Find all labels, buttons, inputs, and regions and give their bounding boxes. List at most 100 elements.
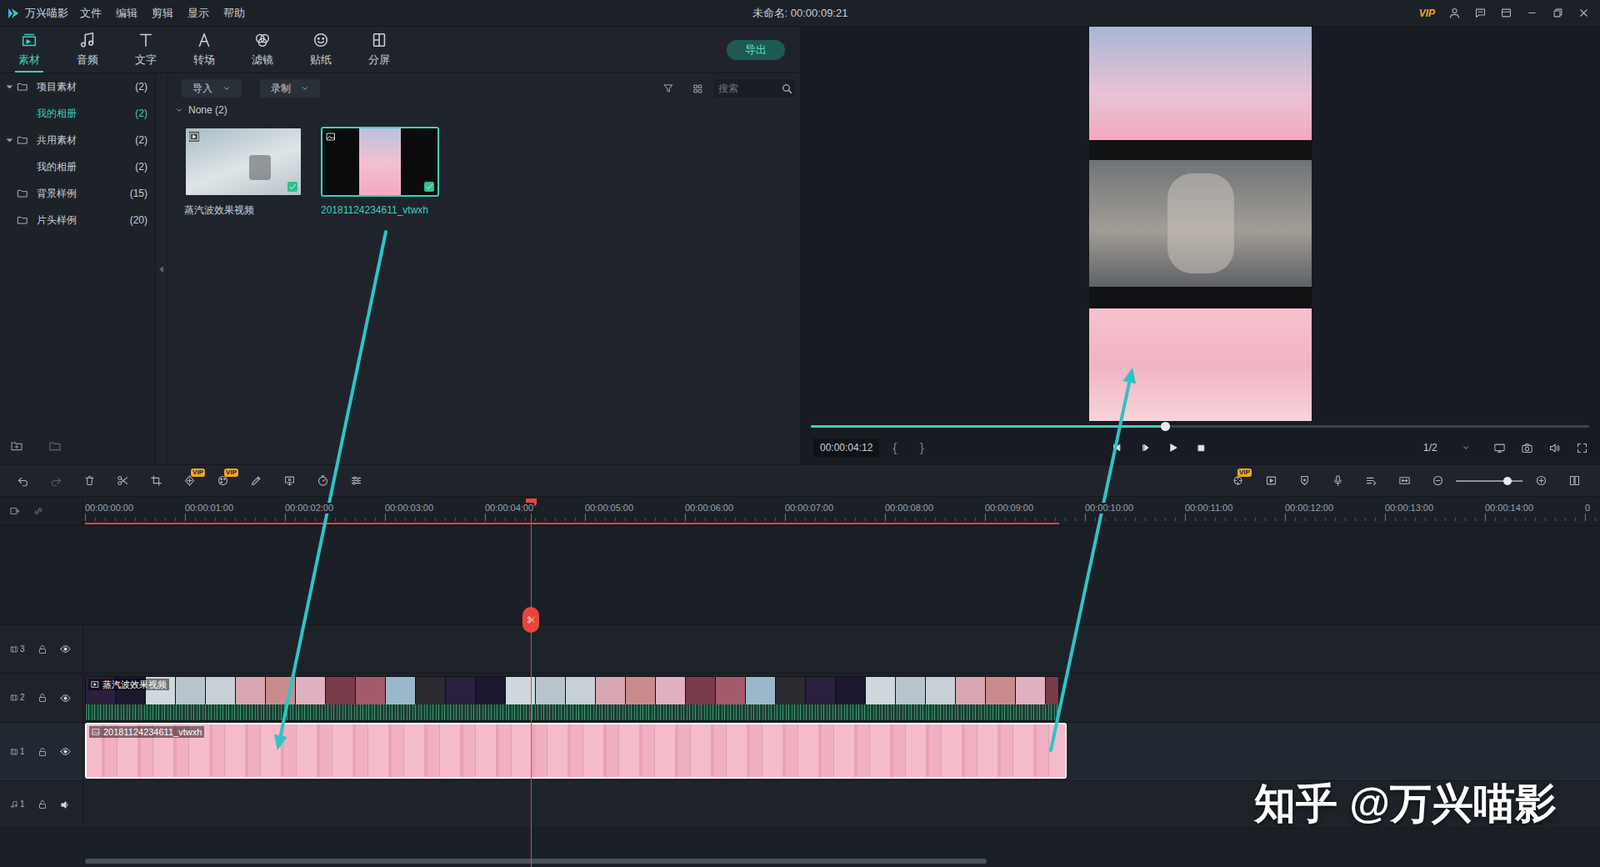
export-button[interactable]: 导出 xyxy=(726,40,785,60)
save-icon[interactable] xyxy=(1500,6,1513,20)
toolbar-button[interactable] xyxy=(72,465,106,496)
eye-icon[interactable] xyxy=(60,692,71,704)
toolbar-button[interactable] xyxy=(1320,465,1355,496)
toolbar-tab[interactable]: 贴纸 xyxy=(291,26,350,73)
playhead[interactable] xyxy=(530,496,532,867)
toolbar-button[interactable] xyxy=(139,465,173,496)
vip-button[interactable]: VIP xyxy=(1419,5,1435,21)
timeline-clip[interactable]: 蒸汽波效果视频 xyxy=(85,675,1060,721)
search-field[interactable] xyxy=(718,80,781,96)
toolbar-button[interactable] xyxy=(1287,465,1321,496)
track-id: 3 xyxy=(10,644,35,655)
toolbar-button[interactable] xyxy=(239,465,273,496)
next-frame-icon[interactable] xyxy=(1139,441,1151,454)
media-item[interactable]: 蒸汽波效果视频 xyxy=(184,126,303,218)
search-icon[interactable] xyxy=(780,82,794,95)
media-thumbnail[interactable] xyxy=(320,126,440,197)
toolbar-button[interactable] xyxy=(305,465,340,496)
close-icon[interactable] xyxy=(1577,6,1590,20)
split-button[interactable] xyxy=(522,606,540,633)
toolbar-button[interactable]: VIP xyxy=(1220,465,1255,496)
record-dropdown[interactable]: 录制 xyxy=(260,79,320,98)
work-area-bar[interactable] xyxy=(85,522,1060,525)
stop-icon[interactable] xyxy=(1195,442,1207,454)
quality-dropdown[interactable]: 1/2 xyxy=(1416,438,1477,457)
expand-arrow-icon[interactable] xyxy=(175,105,184,115)
library-item[interactable]: 项目素材(2) xyxy=(0,73,155,100)
folder-icon[interactable] xyxy=(48,439,62,453)
toolbar-button[interactable] xyxy=(105,465,140,496)
playback-progress[interactable] xyxy=(810,425,1590,428)
minimize-icon[interactable] xyxy=(1525,6,1539,20)
previous-frame-icon[interactable] xyxy=(1110,441,1123,454)
menu-item[interactable]: 编辑 xyxy=(115,5,138,22)
unlock-icon[interactable] xyxy=(37,692,48,703)
toolbar-button[interactable] xyxy=(1254,465,1288,496)
toolbar-button[interactable] xyxy=(1557,465,1591,496)
display-icon[interactable] xyxy=(1493,441,1506,455)
eye-icon[interactable] xyxy=(60,643,71,655)
unlock-icon[interactable] xyxy=(37,799,48,810)
collapse-icon[interactable] xyxy=(159,265,165,273)
library-item[interactable]: 片头样例(20) xyxy=(0,206,155,234)
toolbar-button[interactable] xyxy=(1524,465,1558,496)
unlock-icon[interactable] xyxy=(37,746,48,757)
import-dropdown[interactable]: 导入 xyxy=(181,79,242,98)
toolbar-button[interactable]: VIP xyxy=(172,465,206,496)
toolbar-tab[interactable]: 滤镜 xyxy=(233,26,292,73)
unlock-icon[interactable] xyxy=(37,644,48,655)
scrollbar-thumb[interactable] xyxy=(85,858,987,864)
fullscreen-icon[interactable] xyxy=(1575,441,1589,455)
toolbar-tab[interactable]: 素材 xyxy=(0,26,59,73)
library-item[interactable]: 我的相册(2) xyxy=(0,100,155,127)
volume-icon[interactable] xyxy=(1548,441,1561,455)
toolbar-tab[interactable]: 转场 xyxy=(175,26,234,73)
add-track-icon[interactable] xyxy=(9,505,21,517)
menu-item[interactable]: 文件 xyxy=(80,5,102,22)
toolbar-button[interactable] xyxy=(39,465,73,496)
toolbar-tab[interactable]: 文字 xyxy=(116,26,175,73)
menu-item[interactable]: 剪辑 xyxy=(151,5,174,22)
toolbar-button[interactable]: VIP xyxy=(205,465,240,496)
zoom-slider[interactable] xyxy=(1455,480,1523,482)
zoom-handle[interactable] xyxy=(1503,476,1512,485)
timeline-ruler[interactable]: 00:00:00:0000:00:01:0000:00:02:0000:00:0… xyxy=(0,496,1600,526)
toolbar-button[interactable] xyxy=(272,465,306,496)
new-folder-icon[interactable] xyxy=(10,439,24,453)
clip-content xyxy=(86,724,1065,777)
link-icon[interactable] xyxy=(32,505,45,517)
play-icon[interactable] xyxy=(1167,441,1180,454)
toolbar-button[interactable] xyxy=(1420,465,1455,496)
filter-icon[interactable] xyxy=(662,82,675,95)
speed-icon xyxy=(316,474,330,487)
toolbar-tab[interactable]: 音频 xyxy=(58,26,117,73)
eye-icon[interactable] xyxy=(60,745,71,757)
media-thumbnail[interactable] xyxy=(184,126,303,197)
mark-out-button[interactable]: } xyxy=(920,439,925,457)
grid-view-icon[interactable] xyxy=(692,83,704,95)
horizontal-scrollbar[interactable] xyxy=(0,855,1600,867)
toolbar-button[interactable] xyxy=(1354,465,1388,496)
media-item[interactable]: 20181124234611_vtwxh xyxy=(320,126,440,218)
message-icon[interactable] xyxy=(1474,6,1487,20)
timeline-clip[interactable]: 20181124234611_vtwxh xyxy=(85,722,1067,779)
library-item[interactable]: 共用素材(2) xyxy=(0,126,155,154)
restore-icon[interactable] xyxy=(1551,6,1565,20)
mark-in-button[interactable]: { xyxy=(892,439,897,457)
expand-arrow-icon[interactable] xyxy=(5,135,15,145)
expand-arrow-icon[interactable] xyxy=(5,82,15,92)
library-item[interactable]: 背景样例(15) xyxy=(0,180,155,207)
library-item[interactable]: 我的相册(2) xyxy=(0,153,155,180)
menu-item[interactable]: 显示 xyxy=(187,5,210,22)
toolbar-button[interactable] xyxy=(5,465,40,496)
panel-splitter[interactable] xyxy=(155,73,169,465)
toolbar-button[interactable] xyxy=(339,465,373,496)
menu-item[interactable]: 帮助 xyxy=(223,5,245,22)
speaker-icon[interactable] xyxy=(60,799,71,810)
toolbar-tab[interactable]: 分屏 xyxy=(350,26,409,73)
media-group-header[interactable]: None (2) xyxy=(168,100,800,120)
progress-handle[interactable] xyxy=(1160,421,1170,431)
user-icon[interactable] xyxy=(1448,6,1461,20)
snapshot-icon[interactable] xyxy=(1520,441,1534,455)
toolbar-button[interactable] xyxy=(1387,465,1421,496)
